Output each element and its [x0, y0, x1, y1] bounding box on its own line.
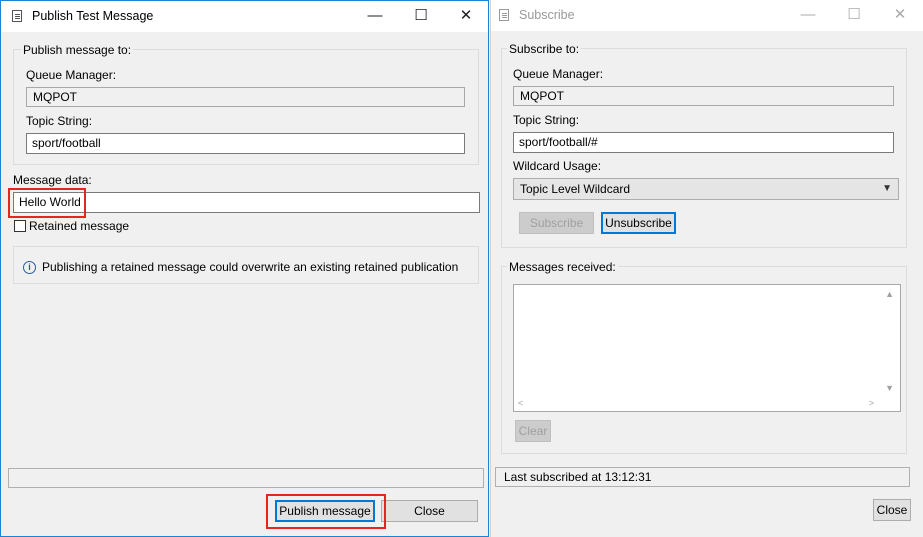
minimize-button[interactable]: —	[352, 1, 398, 32]
messages-received-area[interactable]: ▲ ▼ < >	[513, 284, 901, 412]
scroll-right-icon[interactable]: >	[869, 398, 874, 408]
clear-button[interactable]: Clear	[515, 420, 551, 442]
maximize-button[interactable]: ☐	[398, 1, 444, 32]
queue-manager-field: MQPOT	[26, 87, 465, 107]
messages-received-label: Messages received:	[507, 260, 618, 274]
topic-string-label: Topic String:	[513, 113, 580, 127]
maximize-button[interactable]: ☐	[831, 0, 877, 31]
wildcard-usage-value: Topic Level Wildcard	[520, 182, 631, 196]
info-box: i Publishing a retained message could ov…	[13, 246, 479, 284]
wildcard-usage-label: Wildcard Usage:	[513, 159, 602, 173]
topic-string-input[interactable]: sport/football/#	[513, 132, 894, 153]
info-icon: i	[23, 261, 36, 274]
publish-to-group-label: Publish message to:	[21, 43, 134, 57]
queue-manager-label: Queue Manager:	[26, 68, 117, 82]
close-window-button[interactable]: ✕	[443, 1, 488, 32]
queue-manager-label: Queue Manager:	[513, 67, 604, 81]
publish-window-title: Publish Test Message	[32, 9, 154, 23]
document-icon	[12, 10, 22, 22]
scroll-left-icon[interactable]: <	[518, 398, 523, 408]
info-text: Publishing a retained message could over…	[42, 260, 459, 274]
topic-string-input[interactable]: sport/football	[26, 133, 465, 154]
scroll-up-icon[interactable]: ▲	[885, 289, 894, 299]
subscribe-to-group-label: Subscribe to:	[507, 42, 582, 56]
wildcard-usage-select[interactable]: Topic Level Wildcard ▼	[513, 178, 899, 200]
publish-status-bar	[8, 468, 484, 488]
publish-window: Publish Test Message — ☐ ✕ Publish messa…	[0, 0, 489, 537]
retained-label: Retained message	[29, 219, 130, 233]
scroll-down-icon[interactable]: ▼	[885, 383, 894, 393]
subscribe-titlebar[interactable]: Subscribe — ☐ ✕	[491, 0, 923, 31]
message-data-highlight	[8, 188, 86, 218]
subscribe-button[interactable]: Subscribe	[519, 212, 594, 234]
subscribe-window: Subscribe — ☐ ✕ Subscribe to: Queue Mana…	[490, 0, 923, 537]
minimize-button[interactable]: —	[785, 0, 831, 31]
publish-close-button[interactable]: Close	[381, 500, 478, 522]
document-icon	[499, 9, 509, 21]
subscribe-close-button[interactable]: Close	[873, 499, 911, 521]
publish-button-highlight	[266, 494, 386, 529]
subscribe-window-title: Subscribe	[519, 8, 575, 22]
chevron-down-icon: ▼	[882, 183, 892, 194]
close-window-button[interactable]: ✕	[877, 0, 923, 31]
unsubscribe-button[interactable]: Unsubscribe	[601, 212, 676, 234]
topic-string-label: Topic String:	[26, 114, 93, 128]
retained-checkbox[interactable]	[14, 220, 26, 232]
message-data-label: Message data:	[13, 173, 92, 187]
publish-titlebar[interactable]: Publish Test Message — ☐ ✕	[1, 1, 488, 32]
queue-manager-field: MQPOT	[513, 86, 894, 106]
subscribe-status-bar: Last subscribed at 13:12:31	[495, 467, 910, 487]
